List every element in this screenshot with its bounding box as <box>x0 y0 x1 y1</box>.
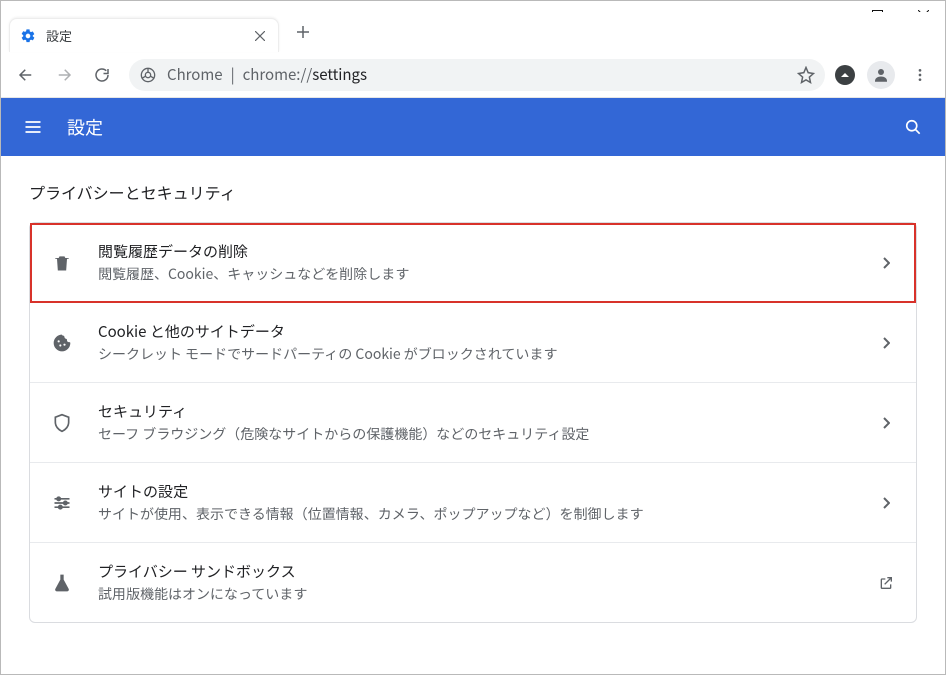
address-bar[interactable]: Chrome | chrome://settings <box>129 59 825 91</box>
chevron-right-icon <box>876 497 896 509</box>
row-title: セキュリティ <box>98 401 876 422</box>
reload-button[interactable] <box>85 58 119 92</box>
row-site-settings[interactable]: サイトの設定 サイトが使用、表示できる情報（位置情報、カメラ、ポップアップなど）… <box>30 463 916 543</box>
menu-button[interactable] <box>903 58 937 92</box>
row-subtitle: セーフ ブラウジング（危険なサイトからの保護機能）などのセキュリティ設定 <box>98 424 876 444</box>
tab-settings[interactable]: 設定 <box>9 18 279 52</box>
new-tab-button[interactable] <box>289 18 317 46</box>
omnibox-scheme: Chrome <box>167 64 223 85</box>
omnibox-separator: | <box>231 64 235 85</box>
search-icon[interactable] <box>901 115 925 139</box>
row-text: セキュリティ セーフ ブラウジング（危険なサイトからの保護機能）などのセキュリテ… <box>98 401 876 444</box>
back-button[interactable] <box>9 58 43 92</box>
shield-icon <box>50 411 74 435</box>
row-subtitle: サイトが使用、表示できる情報（位置情報、カメラ、ポップアップなど）を制御します <box>98 504 876 524</box>
bookmark-star-icon[interactable] <box>797 66 815 84</box>
forward-button[interactable] <box>47 58 81 92</box>
privacy-card: 閲覧履歴データの削除 閲覧履歴、Cookie、キャッシュなどを削除します Coo… <box>29 222 917 623</box>
row-clear-browsing-data[interactable]: 閲覧履歴データの削除 閲覧履歴、Cookie、キャッシュなどを削除します <box>30 223 916 303</box>
toolbar: Chrome | chrome://settings <box>1 52 945 98</box>
flask-icon <box>50 571 74 595</box>
row-subtitle: 閲覧履歴、Cookie、キャッシュなどを削除します <box>98 264 876 284</box>
omnibox-path: settings <box>312 64 367 85</box>
settings-header: 設定 <box>1 98 945 156</box>
row-title: プライバシー サンドボックス <box>98 561 876 582</box>
row-title: 閲覧履歴データの削除 <box>98 241 876 262</box>
hamburger-menu-icon[interactable] <box>21 115 45 139</box>
chevron-right-icon <box>876 417 896 429</box>
sliders-icon <box>50 491 74 515</box>
page-title: 設定 <box>67 114 103 140</box>
trash-icon <box>50 251 74 275</box>
section-title: プライバシーとセキュリティ <box>29 180 917 204</box>
chrome-scheme-icon <box>139 66 157 84</box>
content: プライバシーとセキュリティ 閲覧履歴データの削除 閲覧履歴、Cookie、キャッ… <box>1 156 945 663</box>
row-text: サイトの設定 サイトが使用、表示できる情報（位置情報、カメラ、ポップアップなど）… <box>98 481 876 524</box>
gear-icon <box>20 28 36 44</box>
incognito-indicator-icon[interactable] <box>835 65 855 85</box>
chevron-right-icon <box>876 257 896 269</box>
omnibox-host: chrome:// <box>243 64 313 85</box>
tab-title: 設定 <box>46 26 244 45</box>
row-title: サイトの設定 <box>98 481 876 502</box>
row-cookies[interactable]: Cookie と他のサイトデータ シークレット モードでサードパーティの Coo… <box>30 303 916 383</box>
row-subtitle: シークレット モードでサードパーティの Cookie がブロックされています <box>98 344 876 364</box>
profile-avatar[interactable] <box>867 61 895 89</box>
cookie-icon <box>50 331 74 355</box>
external-link-icon <box>876 575 896 591</box>
row-text: Cookie と他のサイトデータ シークレット モードでサードパーティの Coo… <box>98 321 876 364</box>
content-scroll-area[interactable]: プライバシーとセキュリティ 閲覧履歴データの削除 閲覧履歴、Cookie、キャッ… <box>1 156 945 674</box>
chevron-right-icon <box>876 337 896 349</box>
row-subtitle: 試用版機能はオンになっています <box>98 584 876 604</box>
row-text: 閲覧履歴データの削除 閲覧履歴、Cookie、キャッシュなどを削除します <box>98 241 876 284</box>
row-security[interactable]: セキュリティ セーフ ブラウジング（危険なサイトからの保護機能）などのセキュリテ… <box>30 383 916 463</box>
row-privacy-sandbox[interactable]: プライバシー サンドボックス 試用版機能はオンになっています <box>30 543 916 622</box>
row-title: Cookie と他のサイトデータ <box>98 321 876 342</box>
tab-strip: 設定 <box>1 12 945 52</box>
row-text: プライバシー サンドボックス 試用版機能はオンになっています <box>98 561 876 604</box>
tab-close-icon[interactable] <box>252 28 268 44</box>
titlebar <box>1 1 945 12</box>
